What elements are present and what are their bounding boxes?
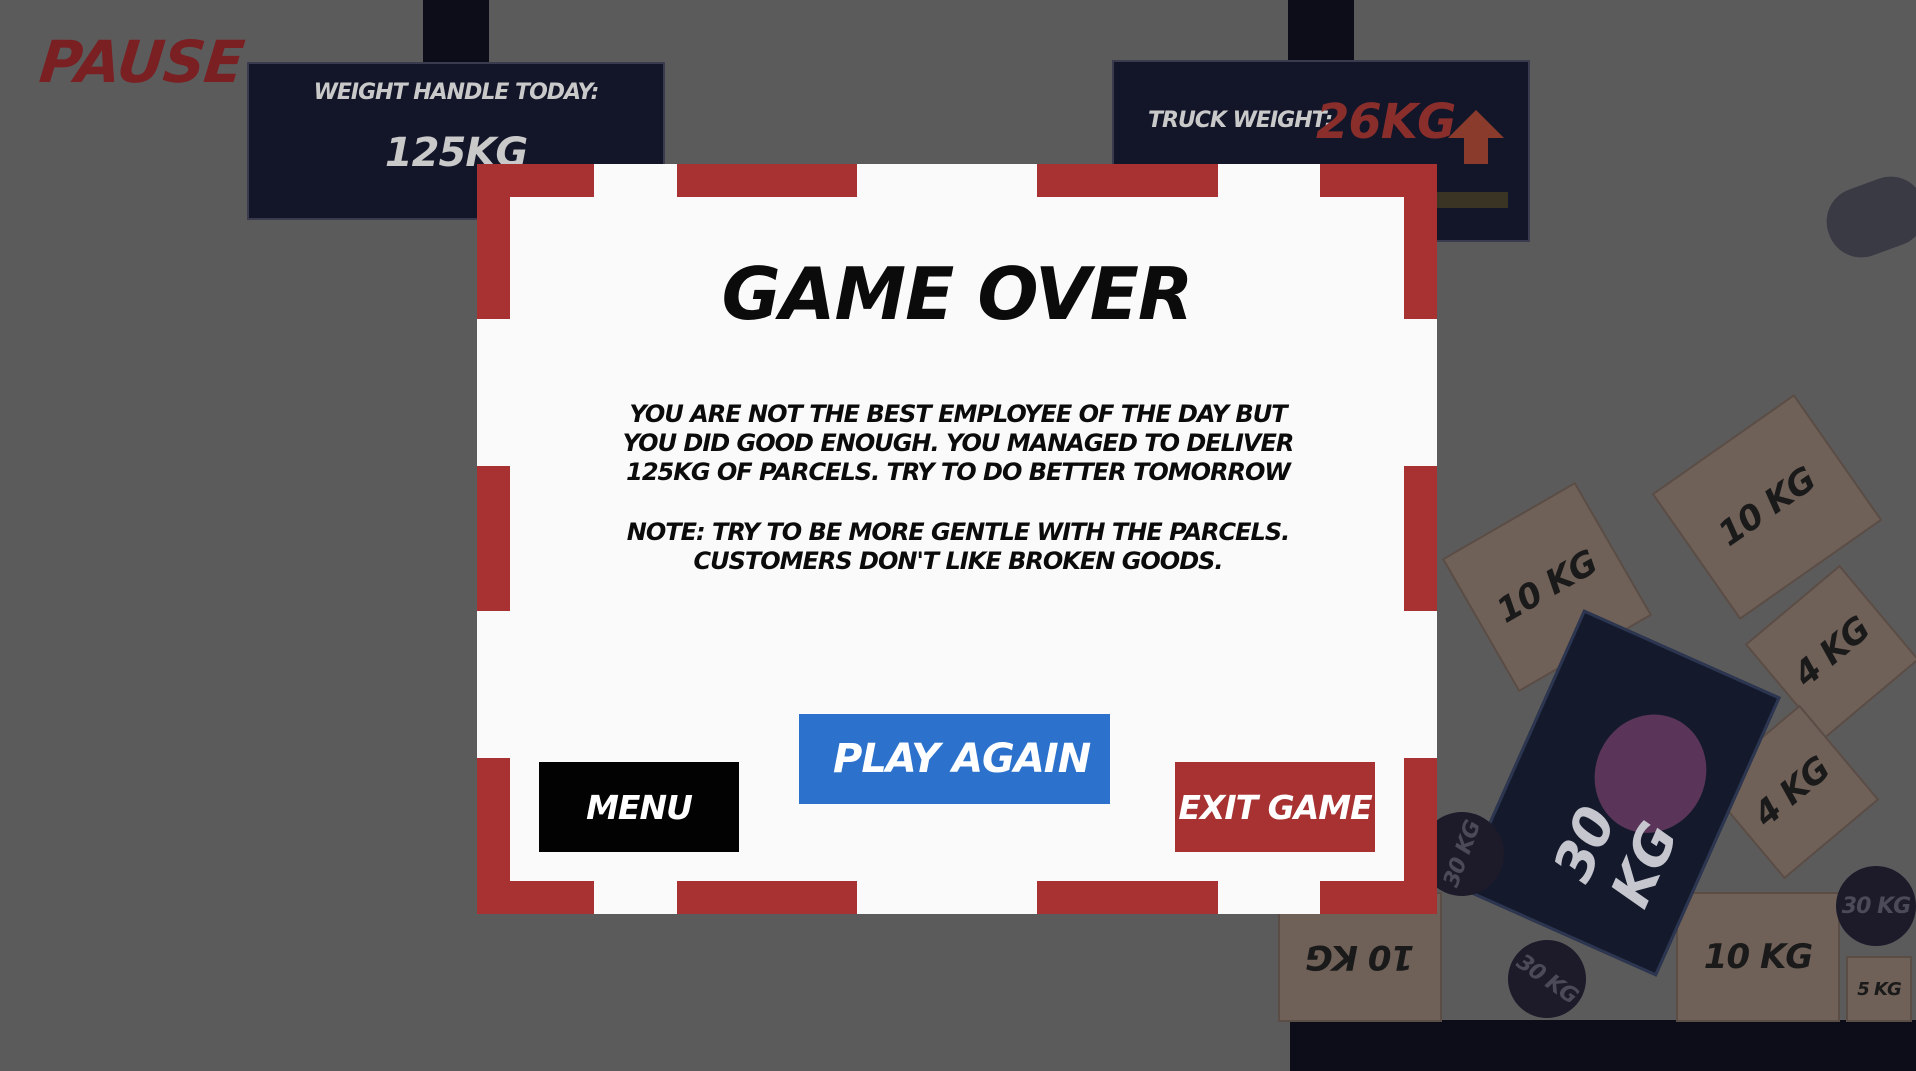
frame-stripe <box>477 466 510 611</box>
game-over-title: GAME OVER <box>721 252 1194 336</box>
truck-weight-value: 26KG <box>1316 94 1456 150</box>
truck-floor <box>1290 1020 1916 1071</box>
frame-stripe <box>1404 758 1437 914</box>
play-again-button[interactable]: PLAY AGAIN <box>799 714 1110 804</box>
parcel-label: 10 KG <box>1711 459 1823 555</box>
kettlebell-label: 30 KG <box>1438 817 1486 891</box>
weight-today-label: WEIGHT HANDLE TODAY: <box>313 80 600 105</box>
frame-stripe <box>677 164 857 197</box>
parcel-box: 10 KG <box>1676 892 1840 1022</box>
kettlebell-label: 30 KG <box>1511 949 1583 1009</box>
menu-button[interactable]: MENU <box>539 762 739 852</box>
weight-up-arrow-icon <box>1448 110 1504 138</box>
parcel-label: 10 KG <box>1703 937 1813 977</box>
pause-button[interactable]: PAUSE <box>36 28 246 96</box>
frame-stripe <box>1037 881 1218 914</box>
game-over-message: YOU ARE NOT THE BEST EMPLOYEE OF THE DAY… <box>622 400 1295 486</box>
game-over-note: NOTE: TRY TO BE MORE GENTLE WITH THE PAR… <box>626 518 1290 575</box>
frame-stripe <box>677 881 857 914</box>
kettlebell: 30 KG <box>1836 866 1916 946</box>
frame-stripe <box>477 758 510 914</box>
truck-weight-label: TRUCK WEIGHT: <box>1148 108 1333 133</box>
parcel-label: 10 KG <box>1305 937 1415 977</box>
parcel-label: 4 KG <box>1786 609 1878 695</box>
parcel-box: 5 KG <box>1846 956 1912 1022</box>
frame-stripe <box>1037 164 1218 197</box>
frame-stripe <box>1404 466 1437 611</box>
parcel-label: 4 KG <box>1746 749 1838 835</box>
exit-game-button[interactable]: EXIT GAME <box>1175 762 1375 852</box>
parcel-label: 5 KG <box>1857 978 1902 1000</box>
kettlebell-label: 30 KG <box>1841 893 1911 919</box>
sign-hanger-left <box>423 0 489 62</box>
weight-up-arrow-stem <box>1464 138 1488 164</box>
conveyor-handle-icon <box>1817 167 1916 267</box>
sign-hanger-right <box>1288 0 1354 60</box>
